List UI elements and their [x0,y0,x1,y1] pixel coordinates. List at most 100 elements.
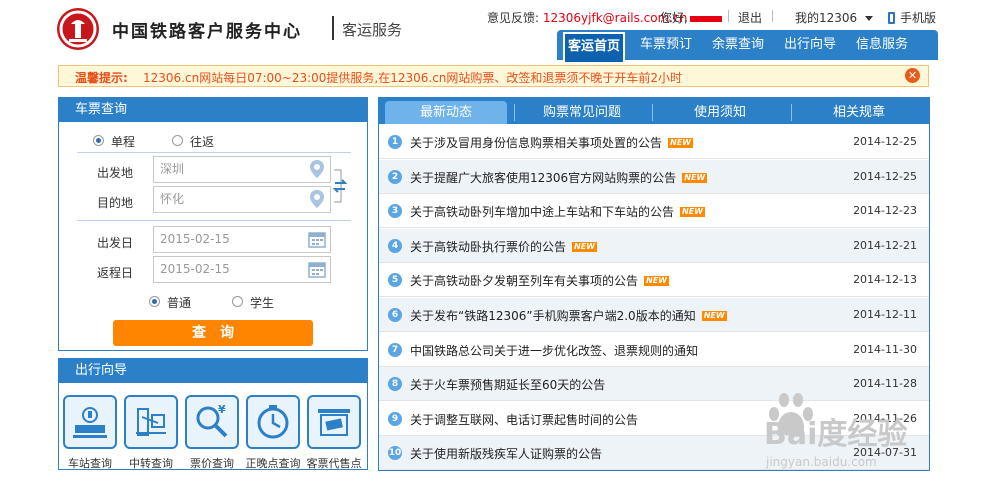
query-button[interactable]: 查询 [113,320,313,346]
trip-single-label: 单程 [111,135,136,149]
mobile-label: 手机版 [900,11,937,25]
brand-divider [332,16,334,40]
mobile-link[interactable]: 手机版 [888,9,936,25]
news-title-text: 关于调整互联网、电话订票起售时间的公告 [410,412,639,427]
calendar-icon[interactable] [308,230,326,248]
nav-home[interactable]: 客运首页 [563,32,625,62]
trip-round-radio[interactable] [172,135,183,146]
greeting: 您好, [660,9,722,25]
row-number-badge: 10 [388,446,402,461]
guide-ticket-agency[interactable] [307,395,361,449]
nav-booking[interactable]: 车票预订 [635,30,697,60]
tab-regulations[interactable]: 相关规章 [794,101,924,124]
type-student-radio[interactable] [232,296,243,307]
guide-price-query[interactable]: ¥ [185,395,239,449]
ticket-agency-icon [318,409,350,436]
my12306-dropdown[interactable]: 我的12306 [795,9,874,25]
type-student-label: 学生 [250,296,275,310]
logout-link[interactable]: 退出 [738,9,762,25]
divider [77,220,351,221]
news-row[interactable]: 3 关于高铁动卧列车增加中途上车站和下车站的公告 NEW 2014-12-23 [379,194,929,229]
news-title-link[interactable]: 关于高铁动卧夕发朝至列车有关事项的公告 NEW [410,272,669,289]
row-number-badge: 4 [388,238,402,253]
price-search-icon: ¥ [196,403,228,438]
news-title-link[interactable]: 关于发布“铁路12306”手机购票客户端2.0版本的通知 NEW [410,307,727,324]
news-row[interactable]: 6 关于发布“铁路12306”手机购票客户端2.0版本的通知 NEW 2014-12-… [379,298,929,332]
news-row[interactable]: 10 关于使用新版残疾军人证购票的公告 2014-07-31 [379,436,929,471]
my12306-label: 我的12306 [795,11,858,25]
from-station-input[interactable]: 深圳 [153,156,331,183]
to-label: 目的地 [97,196,134,210]
depart-date-label: 出发日 [97,236,134,250]
news-title-link[interactable]: 关于提醒广大旅客使用12306官方网站购票的公告 NEW [410,169,708,186]
news-row[interactable]: 4 关于高铁动卧执行票价的公告 NEW 2014-12-21 [379,228,929,263]
type-normal-label: 普通 [167,296,192,310]
news-row[interactable]: 1 关于涉及冒用身份信息购票相关事项处置的公告 NEW 2014-12-25 [379,125,929,159]
chevron-down-icon [865,16,874,21]
row-number-badge: 8 [388,377,402,392]
main-nav: 客运首页 车票预订 余票查询 出行向导 信息服务 [557,30,938,62]
news-date: 2014-12-25 [853,169,917,183]
news-row[interactable]: 7 中国铁路总公司关于进一步优化改签、退票规则的通知 2014-11-30 [379,333,929,367]
divider [728,10,729,22]
guide-label: 中转查询 [129,457,173,470]
tab-usage-notes[interactable]: 使用须知 [655,101,785,124]
calendar-icon[interactable] [308,260,326,278]
swap-stations-icon[interactable] [333,168,347,204]
row-number-badge: 1 [388,135,402,149]
news-title-link[interactable]: 关于火车票预售期延长至60天的公告 [410,376,605,393]
divider [652,104,653,121]
railway-logo-icon[interactable] [57,8,99,50]
guide-transfer-query[interactable] [124,395,178,449]
panel-title: 出行向导 [59,359,367,383]
news-row[interactable]: 8 关于火车票预售期延长至60天的公告 2014-11-28 [379,367,929,402]
new-badge: NEW [644,276,669,287]
news-title-link[interactable]: 关于涉及冒用身份信息购票相关事项处置的公告 NEW [410,134,693,151]
nav-travel-guide[interactable]: 出行向导 [779,30,841,60]
location-pin-icon [310,190,324,208]
nav-info-service[interactable]: 信息服务 [851,30,913,60]
news-title-text: 关于高铁动卧夕发朝至列车有关事项的公告 [410,274,639,289]
tab-faq[interactable]: 购票常见问题 [517,101,647,124]
divider [77,152,351,153]
news-date: 2014-07-31 [853,446,917,460]
news-title-text: 关于火车票预售期延长至60天的公告 [410,378,606,393]
notice-text: 12306.cn网站每日07:00~23:00提供服务,在12306.cn网站购… [143,71,683,85]
news-row[interactable]: 2 关于提醒广大旅客使用12306官方网站购票的公告 NEW 2014-12-25 [379,159,929,194]
news-date: 2014-12-11 [853,308,917,321]
guide-station-query[interactable] [63,395,117,449]
tab-latest-news[interactable]: 最新动态 [385,101,507,124]
return-date-input[interactable]: 2015-02-15 [153,256,331,283]
username-redacted[interactable] [689,15,722,22]
station-icon [73,407,107,438]
row-number-badge: 3 [388,204,402,219]
return-date-label: 返程日 [97,266,134,280]
to-station-input[interactable]: 怀化 [153,186,331,213]
row-number-badge: 2 [388,169,402,184]
ticket-query-panel: 车票查询 单程 往返 出发地 深圳 目的地 怀化 出发日 2015-02-15 … [58,97,368,351]
guide-label: 客票代售点 [306,457,362,470]
nav-remaining-tickets[interactable]: 余票查询 [707,30,769,60]
close-icon[interactable]: ✕ [905,68,920,83]
depart-date-input[interactable]: 2015-02-15 [153,226,331,253]
clock-icon [257,405,289,439]
new-badge: NEW [572,241,597,252]
feedback: 意见反馈: 12306yjfk@rails.com.cn [487,9,687,25]
header: 中国铁路客户服务中心 客运服务 意见反馈: 12306yjfk@rails.co… [0,0,1000,62]
news-title-link[interactable]: 关于高铁动卧列车增加中途上车站和下车站的公告 NEW [410,203,705,220]
phone-icon [888,12,895,24]
location-pin-icon [310,160,324,178]
news-title-link[interactable]: 关于调整互联网、电话订票起售时间的公告 [410,411,638,428]
guide-delay-query[interactable] [246,395,300,449]
type-normal-radio[interactable] [149,296,160,307]
notice-label: 温馨提示: [75,71,128,85]
news-title-link[interactable]: 关于高铁动卧执行票价的公告 NEW [410,238,597,255]
news-title-link[interactable]: 关于使用新版残疾军人证购票的公告 [410,445,602,462]
new-badge: NEW [680,207,705,218]
news-title-text: 关于发布“铁路12306”手机购票客户端2.0版本的通知 [410,309,696,323]
trip-single-radio[interactable] [93,135,104,146]
travel-guide-panel: 出行向导 ¥ 车站查询 中转查询 票价查询 正晚点查询 客票代售点 [58,358,368,470]
news-row[interactable]: 5 关于高铁动卧夕发朝至列车有关事项的公告 NEW 2014-12-13 [379,263,929,298]
news-title-link[interactable]: 中国铁路总公司关于进一步优化改签、退票规则的通知 [410,342,698,359]
news-row[interactable]: 9 关于调整互联网、电话订票起售时间的公告 2014-11-26 [379,402,929,436]
